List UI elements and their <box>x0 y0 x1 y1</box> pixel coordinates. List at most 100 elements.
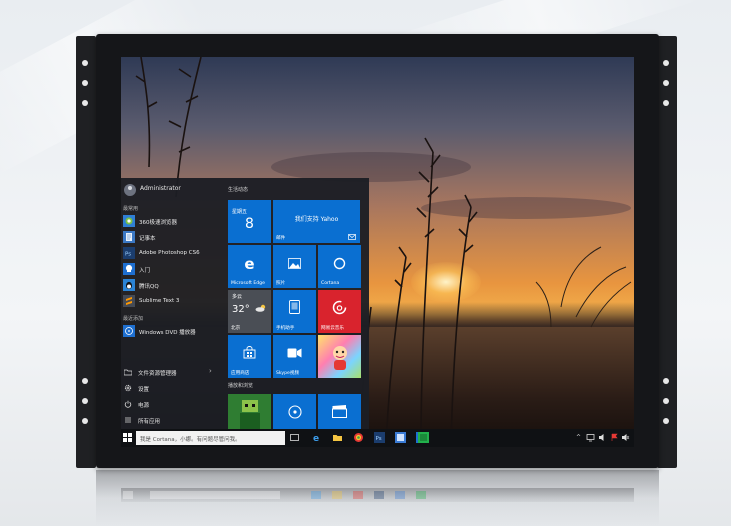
power-icon <box>124 400 132 408</box>
windows-start-icon[interactable] <box>123 433 133 443</box>
list-icon <box>125 417 131 423</box>
gear-icon <box>124 384 132 392</box>
store-bag-icon <box>243 346 256 359</box>
tile-store[interactable]: 应用商店 <box>228 335 271 378</box>
app-label: 腾讯QQ <box>139 284 159 290</box>
network-icon[interactable] <box>586 433 595 442</box>
screw-hole <box>82 100 88 106</box>
mail-title: 我们支持 Yahoo <box>294 216 339 223</box>
photoshop-icon: Ps <box>123 247 135 259</box>
tray-chevron-icon[interactable]: ^ <box>576 434 581 441</box>
reflection-glyph <box>332 491 342 499</box>
reflection-glyph <box>416 491 426 499</box>
system-label: 文件资源管理器 <box>138 371 177 377</box>
music-disc-icon <box>288 405 302 419</box>
video-camera-icon <box>287 348 302 358</box>
screw-hole <box>82 418 88 424</box>
app-item-photoshop[interactable]: Ps Adobe Photoshop CS6 <box>121 246 225 261</box>
app-item-qq[interactable]: 腾讯QQ <box>121 278 225 293</box>
notification-flag-icon[interactable] <box>610 433 619 442</box>
start-menu: Administrator 最常用 360极速浏览器 记事本 Ps Adobe … <box>121 178 369 431</box>
speaker-mute-icon[interactable] <box>621 433 630 442</box>
avatar <box>124 184 136 196</box>
cortana-search-box[interactable]: 我是 Cortana，小娜。有问题尽管问我。 <box>136 431 285 445</box>
tile-xbox[interactable] <box>228 394 271 431</box>
reflection-glyph <box>374 491 384 499</box>
tile-photos[interactable]: 照片 <box>273 245 316 288</box>
tile-cortana[interactable]: Cortana <box>318 245 361 288</box>
section-most-used: 最常用 <box>123 206 139 212</box>
system-item-all-apps[interactable]: 所有应用 <box>121 414 225 427</box>
user-account[interactable]: Administrator <box>121 182 221 198</box>
taskbar: 我是 Cortana，小娜。有问题尽管问我。 e Ps ^ <box>121 429 634 447</box>
tile-group-life: 生活动态 <box>228 187 249 193</box>
tile-netease-music[interactable]: 网易云音乐 <box>318 290 361 333</box>
tile-label: Cortana <box>321 281 340 286</box>
app-item-dvd-player[interactable]: Windows DVD 播放器 <box>121 324 225 339</box>
edge-icon: e <box>244 255 255 273</box>
svg-text:Ps: Ps <box>376 436 382 442</box>
file-explorer-icon[interactable] <box>332 432 343 443</box>
screw-hole <box>663 398 669 404</box>
calendar-day: 星期五 <box>232 209 248 215</box>
netease-music-icon <box>332 300 347 315</box>
tile-movies[interactable] <box>318 394 361 431</box>
tile-label: 邮件 <box>276 236 286 241</box>
photoshop-taskbar-icon[interactable]: Ps <box>374 432 385 443</box>
task-view-icon[interactable] <box>289 432 300 443</box>
tile-calendar[interactable]: 星期五 8 <box>228 200 271 243</box>
tips-icon <box>123 263 135 275</box>
game-character-icon <box>240 400 260 431</box>
search-placeholder: 我是 Cortana，小娜。有问题尽管问我。 <box>140 437 241 443</box>
mounting-bracket-right <box>657 36 677 468</box>
app-item-360-browser[interactable]: 360极速浏览器 <box>121 214 225 229</box>
tile-label: 手机助手 <box>276 326 295 331</box>
app-label: 360极速浏览器 <box>139 220 177 226</box>
weather-condition: 多云 <box>232 294 243 300</box>
app-item-tips[interactable]: 入门 <box>121 262 225 277</box>
tile-weather[interactable]: 多云 32° 北京 <box>228 290 271 333</box>
window-app-icon[interactable] <box>395 432 406 443</box>
screw-hole <box>663 60 669 66</box>
notepad-icon <box>123 231 135 243</box>
photo-icon <box>288 258 301 269</box>
screw-hole <box>663 418 669 424</box>
app-item-notepad[interactable]: 记事本 <box>121 230 225 245</box>
system-item-power[interactable]: 电源 <box>121 398 225 411</box>
cortana-icon <box>333 257 346 270</box>
folder-icon <box>124 369 132 376</box>
tile-skype-video[interactable]: Skype视频 <box>273 335 316 378</box>
tile-groove-music[interactable] <box>273 394 316 431</box>
tile-edge[interactable]: e Microsoft Edge <box>228 245 271 288</box>
chevron-right-icon: › <box>209 367 212 375</box>
system-item-settings[interactable]: 设置 <box>121 382 225 395</box>
calendar-date: 8 <box>245 216 254 232</box>
screw-hole <box>82 378 88 384</box>
green-app-taskbar-icon[interactable] <box>418 432 429 443</box>
tile-label: 照片 <box>276 281 286 286</box>
screw-hole <box>663 378 669 384</box>
tile-label: Skype视频 <box>276 371 300 376</box>
tile-phone-assistant[interactable]: 手机助手 <box>273 290 316 333</box>
app-label: Sublime Text 3 <box>139 298 180 304</box>
qq-icon <box>123 279 135 291</box>
screw-hole <box>82 80 88 86</box>
tile-label: 应用商店 <box>231 371 250 376</box>
volume-icon[interactable] <box>598 433 607 442</box>
system-label: 电源 <box>138 403 150 409</box>
phone-icon <box>289 300 300 314</box>
system-item-file-explorer[interactable]: 文件资源管理器 › <box>121 366 225 379</box>
system-label: 设置 <box>138 387 150 393</box>
tile-cartoon-app[interactable] <box>318 335 361 378</box>
reflection-glyph <box>123 491 133 499</box>
reflection-glyph <box>395 491 405 499</box>
tile-mail[interactable]: 我们支持 Yahoo 邮件 <box>273 200 360 243</box>
dvd-player-icon <box>123 325 135 337</box>
browser-360-taskbar-icon[interactable] <box>353 432 364 443</box>
screw-hole <box>82 398 88 404</box>
weather-city: 北京 <box>231 326 241 331</box>
edge-taskbar-icon[interactable]: e <box>311 432 322 443</box>
cartoon-character-icon <box>333 346 347 370</box>
cloud-sun-icon <box>255 304 266 312</box>
app-item-sublime[interactable]: Sublime Text 3 <box>121 294 225 309</box>
